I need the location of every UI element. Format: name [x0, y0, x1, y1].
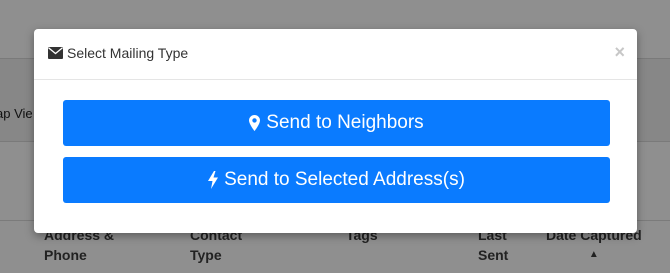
- send-to-selected-addresses-label: Send to Selected Address(s): [224, 169, 465, 190]
- send-to-selected-addresses-button[interactable]: Send to Selected Address(s): [63, 157, 610, 203]
- envelope-icon: [48, 47, 63, 59]
- modal-title: Select Mailing Type: [48, 45, 188, 61]
- bolt-icon: [208, 171, 219, 189]
- map-view-tab: ap Vie: [0, 106, 33, 121]
- map-marker-icon: [249, 115, 261, 131]
- close-button[interactable]: ×: [614, 42, 625, 62]
- modal-header: Select Mailing Type ×: [34, 29, 637, 80]
- modal-title-text: Select Mailing Type: [67, 45, 189, 61]
- select-mailing-type-modal: Select Mailing Type × Send to Neighbors …: [34, 29, 637, 233]
- send-to-neighbors-button[interactable]: Send to Neighbors: [63, 100, 610, 146]
- send-to-neighbors-label: Send to Neighbors: [266, 112, 424, 133]
